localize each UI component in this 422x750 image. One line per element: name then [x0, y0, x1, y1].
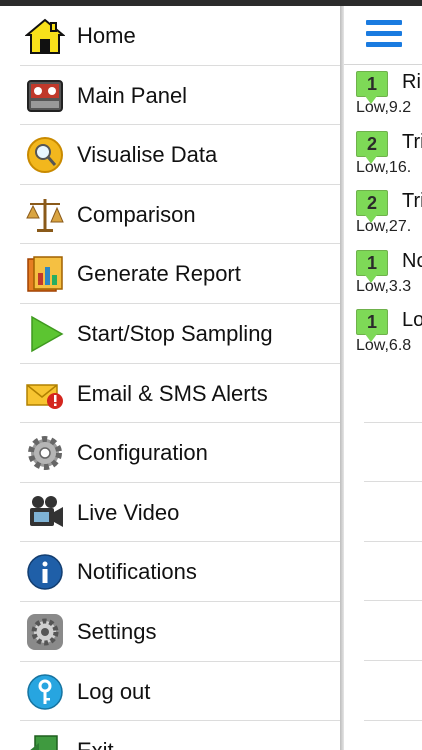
menu-label: Live Video [77, 499, 180, 525]
list-item-subtitle: Low,27. [356, 218, 412, 236]
menu-item-settings[interactable]: Settings [20, 602, 341, 662]
empty-row [344, 423, 422, 483]
empty-row [344, 363, 422, 423]
list-item-title: Ri [402, 71, 421, 93]
list-item-subtitle: Low,16. [356, 158, 412, 176]
count-badge: 2 [356, 190, 388, 224]
list-item-subtitle: Low,9.2 [356, 99, 412, 116]
content-header [344, 6, 422, 65]
count-badge: 1 [356, 309, 388, 343]
empty-row [344, 482, 422, 542]
play-icon [31, 315, 64, 353]
main-content: 1 Ri Low,9.2 2 Tri Low,16. 2 Tri Low,27.… [344, 6, 422, 750]
navigation-drawer: Home Main Panel Visualise Data Compariso… [0, 6, 341, 750]
menu-label: Home [77, 23, 136, 48]
menu-item-visualise-data[interactable]: Visualise Data [20, 125, 341, 185]
control-panel-icon [27, 79, 63, 112]
list-item-subtitle: Low,6.8 [356, 337, 412, 355]
list-item[interactable]: 2 Tri Low,16. [344, 125, 422, 185]
menu-item-comparison[interactable]: Comparison [20, 185, 341, 245]
menu-item-home[interactable]: Home [20, 6, 341, 66]
list-item-title: Lo [402, 309, 422, 332]
key-icon [27, 673, 63, 710]
list-item-title: No [402, 249, 422, 272]
menu-label: Notifications [77, 559, 197, 585]
menu-label: Comparison [77, 201, 196, 227]
row-divider [364, 719, 422, 721]
list-item[interactable]: 1 Lo Low,6.8 [344, 303, 422, 363]
count-badge: 2 [356, 130, 388, 164]
menu-item-start-stop-sampling[interactable]: Start/Stop Sampling [20, 304, 341, 364]
list-item-subtitle: Low,3.3 [356, 277, 412, 295]
list-item-title: Tri [402, 130, 422, 153]
list-item[interactable]: 2 Tri Low,27. [344, 184, 422, 244]
menu-label: Exit [77, 721, 114, 750]
menu-label: Log out [77, 678, 151, 704]
report-icon [27, 256, 63, 293]
gear-icon [28, 436, 62, 471]
menu-item-configuration[interactable]: Configuration [20, 423, 341, 483]
scales-icon [26, 198, 64, 232]
menu-label: Generate Report [77, 261, 241, 287]
menu-label: Email & SMS Alerts [77, 380, 268, 406]
empty-row [344, 542, 422, 602]
menu-item-generate-report[interactable]: Generate Report [20, 244, 341, 304]
house-icon [25, 18, 65, 54]
info-icon [27, 554, 63, 591]
menu-item-main-panel[interactable]: Main Panel [20, 66, 341, 126]
mail-alert-icon [26, 383, 63, 409]
empty-row [344, 661, 422, 721]
menu-label: Visualise Data [77, 142, 218, 168]
menu-item-email-sms-alerts[interactable]: Email & SMS Alerts [20, 364, 341, 424]
menu-label: Configuration [77, 440, 208, 466]
magnifier-icon [27, 137, 63, 174]
list-item[interactable]: 1 Ri Low,9.2 [344, 65, 422, 125]
menu-item-log-out[interactable]: Log out [20, 662, 341, 722]
menu-label: Main Panel [77, 82, 188, 108]
count-badge: 1 [356, 71, 388, 104]
menu-item-exit[interactable]: Exit [20, 721, 341, 750]
exit-icon [30, 735, 58, 750]
menu-label: Start/Stop Sampling [77, 320, 273, 346]
menu-label: Settings [77, 618, 157, 644]
menu-item-notifications[interactable]: Notifications [20, 542, 341, 602]
list-item[interactable]: 1 No Low,3.3 [344, 244, 422, 304]
settings-icon [27, 613, 63, 650]
menu-item-live-video[interactable]: Live Video [20, 483, 341, 543]
menu-icon[interactable] [366, 20, 402, 50]
camera-icon [30, 495, 63, 527]
count-badge: 1 [356, 249, 388, 283]
empty-row [344, 601, 422, 661]
list-item-title: Tri [402, 190, 422, 213]
